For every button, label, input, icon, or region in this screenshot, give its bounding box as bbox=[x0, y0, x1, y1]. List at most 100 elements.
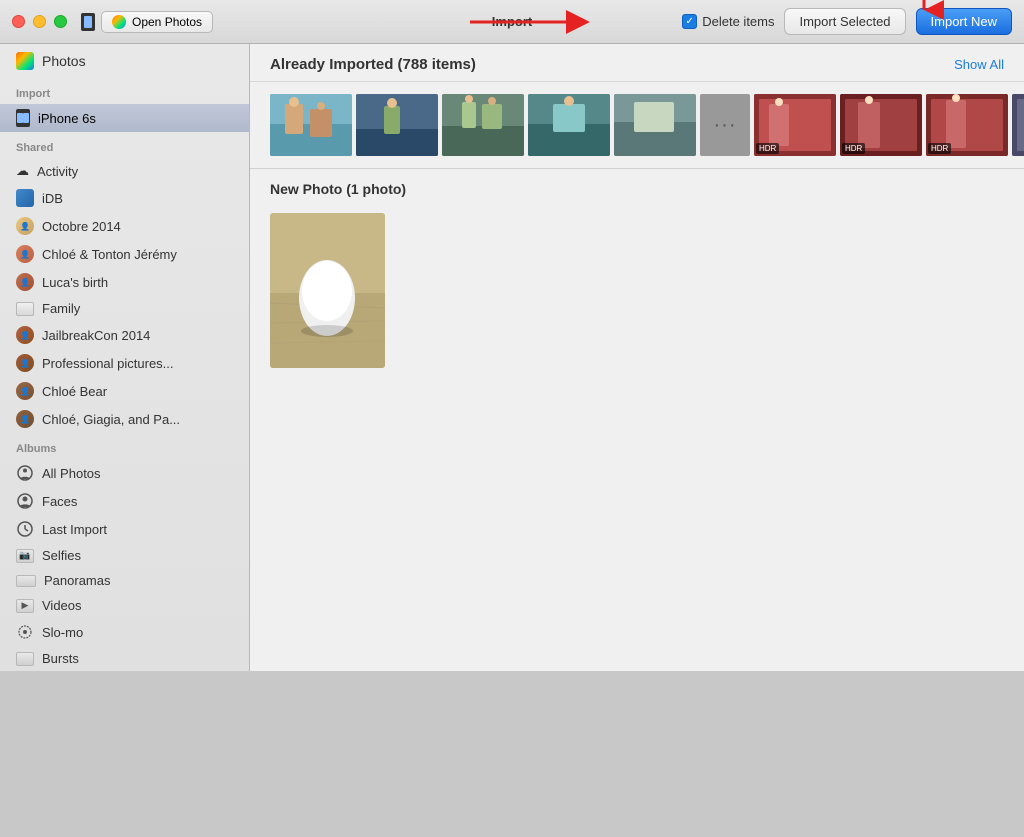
all-photos-icon bbox=[16, 464, 34, 482]
device-icon bbox=[81, 13, 95, 31]
sidebar-item-chloe-giagia[interactable]: 👤 Chloé, Giagia, and Pa... bbox=[0, 405, 249, 433]
maximize-button[interactable] bbox=[54, 15, 67, 28]
photo-thumb-4[interactable] bbox=[528, 94, 610, 156]
sidebar-item-slo-mo[interactable]: Slo-mo bbox=[0, 618, 249, 646]
sidebar-professional-label: Professional pictures... bbox=[42, 356, 174, 371]
already-imported-header: Already Imported (788 items) Show All bbox=[250, 44, 1024, 82]
hdr-badge-2: HDR bbox=[842, 143, 865, 154]
photo-strip: ··· HDR bbox=[250, 82, 1024, 168]
titlebar: Open Photos Import ✓ D bbox=[0, 0, 1024, 44]
sidebar-activity-label: Activity bbox=[37, 164, 78, 179]
jailbreakcon-icon: 👤 bbox=[16, 326, 34, 344]
sidebar-family-label: Family bbox=[42, 301, 80, 316]
sidebar-item-iphone[interactable]: iPhone 6s bbox=[0, 104, 249, 132]
photo-thumb-3[interactable] bbox=[442, 94, 524, 156]
sidebar-item-bursts[interactable]: Bursts bbox=[0, 646, 249, 671]
lucas-birth-icon: 👤 bbox=[16, 273, 34, 291]
sidebar-item-chloe-tonton[interactable]: 👤 Chloé & Tonton Jérémy bbox=[0, 240, 249, 268]
sidebar-item-jailbreakcon[interactable]: 👤 JailbreakCon 2014 bbox=[0, 321, 249, 349]
sidebar-item-lucas-birth[interactable]: 👤 Luca's birth bbox=[0, 268, 249, 296]
close-button[interactable] bbox=[12, 15, 25, 28]
sidebar-item-all-photos[interactable]: All Photos bbox=[0, 459, 249, 487]
photo-thumb-more[interactable]: ··· bbox=[700, 94, 750, 156]
activity-icon: ☁ bbox=[16, 163, 29, 179]
sidebar-item-photos[interactable]: Photos bbox=[0, 44, 249, 78]
delete-items-checkbox[interactable]: ✓ bbox=[682, 14, 697, 29]
sidebar-faces-label: Faces bbox=[42, 494, 77, 509]
sidebar-item-last-import[interactable]: Last Import bbox=[0, 515, 249, 543]
photo-thumb-2[interactable] bbox=[356, 94, 438, 156]
selfies-icon: 📷 bbox=[16, 549, 34, 563]
main-area: Photos Import iPhone 6s bbox=[0, 44, 1024, 671]
photo-thumb-1[interactable] bbox=[270, 94, 352, 156]
photo-thumb-hdr3[interactable]: HDR bbox=[926, 94, 1008, 156]
sidebar-item-videos[interactable]: ▶ Videos bbox=[0, 593, 249, 618]
bursts-icon bbox=[16, 652, 34, 666]
chloe-giagia-icon: 👤 bbox=[16, 410, 34, 428]
sidebar-panoramas-label: Panoramas bbox=[44, 573, 110, 588]
panoramas-icon bbox=[16, 575, 36, 587]
hdr-badge-3: HDR bbox=[928, 143, 951, 154]
sidebar-item-selfies[interactable]: 📷 Selfies bbox=[0, 543, 249, 568]
photos-icon bbox=[16, 52, 34, 70]
sidebar-iphone-label: iPhone 6s bbox=[38, 111, 96, 126]
chloe-bear-icon: 👤 bbox=[16, 382, 34, 400]
open-photos-button[interactable]: Open Photos bbox=[101, 11, 213, 33]
delete-items-container[interactable]: ✓ Delete items bbox=[682, 14, 774, 29]
photos-app-icon bbox=[112, 15, 126, 29]
professional-icon: 👤 bbox=[16, 354, 34, 372]
traffic-lights bbox=[12, 15, 67, 28]
sidebar-all-photos-label: All Photos bbox=[42, 466, 101, 481]
iphone-icon bbox=[16, 109, 30, 127]
sidebar-item-chloe-bear[interactable]: 👤 Chloé Bear bbox=[0, 377, 249, 405]
import-new-button[interactable]: Import New bbox=[916, 8, 1012, 35]
photo-thumb-video[interactable] bbox=[1012, 94, 1024, 156]
chloe-tonton-icon: 👤 bbox=[16, 245, 34, 263]
minimize-button[interactable] bbox=[33, 15, 46, 28]
slomo-icon bbox=[16, 623, 34, 641]
sidebar-section-albums: Albums bbox=[0, 433, 249, 459]
sidebar-item-professional[interactable]: 👤 Professional pictures... bbox=[0, 349, 249, 377]
sidebar-item-idb[interactable]: iDB bbox=[0, 184, 249, 212]
sidebar-slomo-label: Slo-mo bbox=[42, 625, 83, 640]
import-selected-button[interactable]: Import Selected bbox=[784, 8, 905, 35]
sidebar-jailbreakcon-label: JailbreakCon 2014 bbox=[42, 328, 150, 343]
show-all-link[interactable]: Show All bbox=[954, 57, 1004, 72]
sidebar-item-faces[interactable]: Faces bbox=[0, 487, 249, 515]
hdr-badge-1: HDR bbox=[756, 143, 779, 154]
content-area: Already Imported (788 items) Show All bbox=[250, 44, 1024, 671]
sidebar-photos-label: Photos bbox=[42, 53, 86, 69]
faces-icon bbox=[16, 492, 34, 510]
sidebar-bursts-label: Bursts bbox=[42, 651, 79, 666]
sidebar-octobre-label: Octobre 2014 bbox=[42, 219, 121, 234]
photo-thumb-5[interactable] bbox=[614, 94, 696, 156]
titlebar-right: ✓ Delete items Import Selected Import Ne… bbox=[682, 8, 1012, 35]
sidebar-item-octobre[interactable]: 👤 Octobre 2014 bbox=[0, 212, 249, 240]
sidebar-lucas-birth-label: Luca's birth bbox=[42, 275, 108, 290]
sidebar-item-family[interactable]: Family bbox=[0, 296, 249, 321]
sidebar-idb-label: iDB bbox=[42, 191, 63, 206]
sidebar-last-import-label: Last Import bbox=[42, 522, 107, 537]
idb-icon bbox=[16, 189, 34, 207]
new-photo-thumb[interactable] bbox=[270, 213, 385, 368]
more-indicator: ··· bbox=[714, 114, 737, 137]
photo-thumb-hdr2[interactable]: HDR bbox=[840, 94, 922, 156]
sidebar-chloe-bear-label: Chloé Bear bbox=[42, 384, 107, 399]
new-photo-header: New Photo (1 photo) bbox=[250, 169, 1024, 205]
videos-icon: ▶ bbox=[16, 599, 34, 613]
new-photo-title: New Photo (1 photo) bbox=[270, 181, 1004, 197]
octobre-icon: 👤 bbox=[16, 217, 34, 235]
open-photos-label: Open Photos bbox=[132, 15, 202, 29]
delete-items-label: Delete items bbox=[702, 14, 774, 29]
last-import-icon bbox=[16, 520, 34, 538]
sidebar: Photos Import iPhone 6s bbox=[0, 44, 250, 671]
sidebar-chloe-tonton-label: Chloé & Tonton Jérémy bbox=[42, 247, 177, 262]
sidebar-item-panoramas[interactable]: Panoramas bbox=[0, 568, 249, 593]
already-imported-title: Already Imported (788 items) bbox=[270, 56, 476, 73]
family-icon bbox=[16, 302, 34, 316]
new-photo-area bbox=[250, 205, 1024, 388]
sidebar-videos-label: Videos bbox=[42, 598, 82, 613]
sidebar-item-activity[interactable]: ☁ Activity bbox=[0, 158, 249, 184]
sidebar-chloe-giagia-label: Chloé, Giagia, and Pa... bbox=[42, 412, 180, 427]
photo-thumb-hdr1[interactable]: HDR bbox=[754, 94, 836, 156]
